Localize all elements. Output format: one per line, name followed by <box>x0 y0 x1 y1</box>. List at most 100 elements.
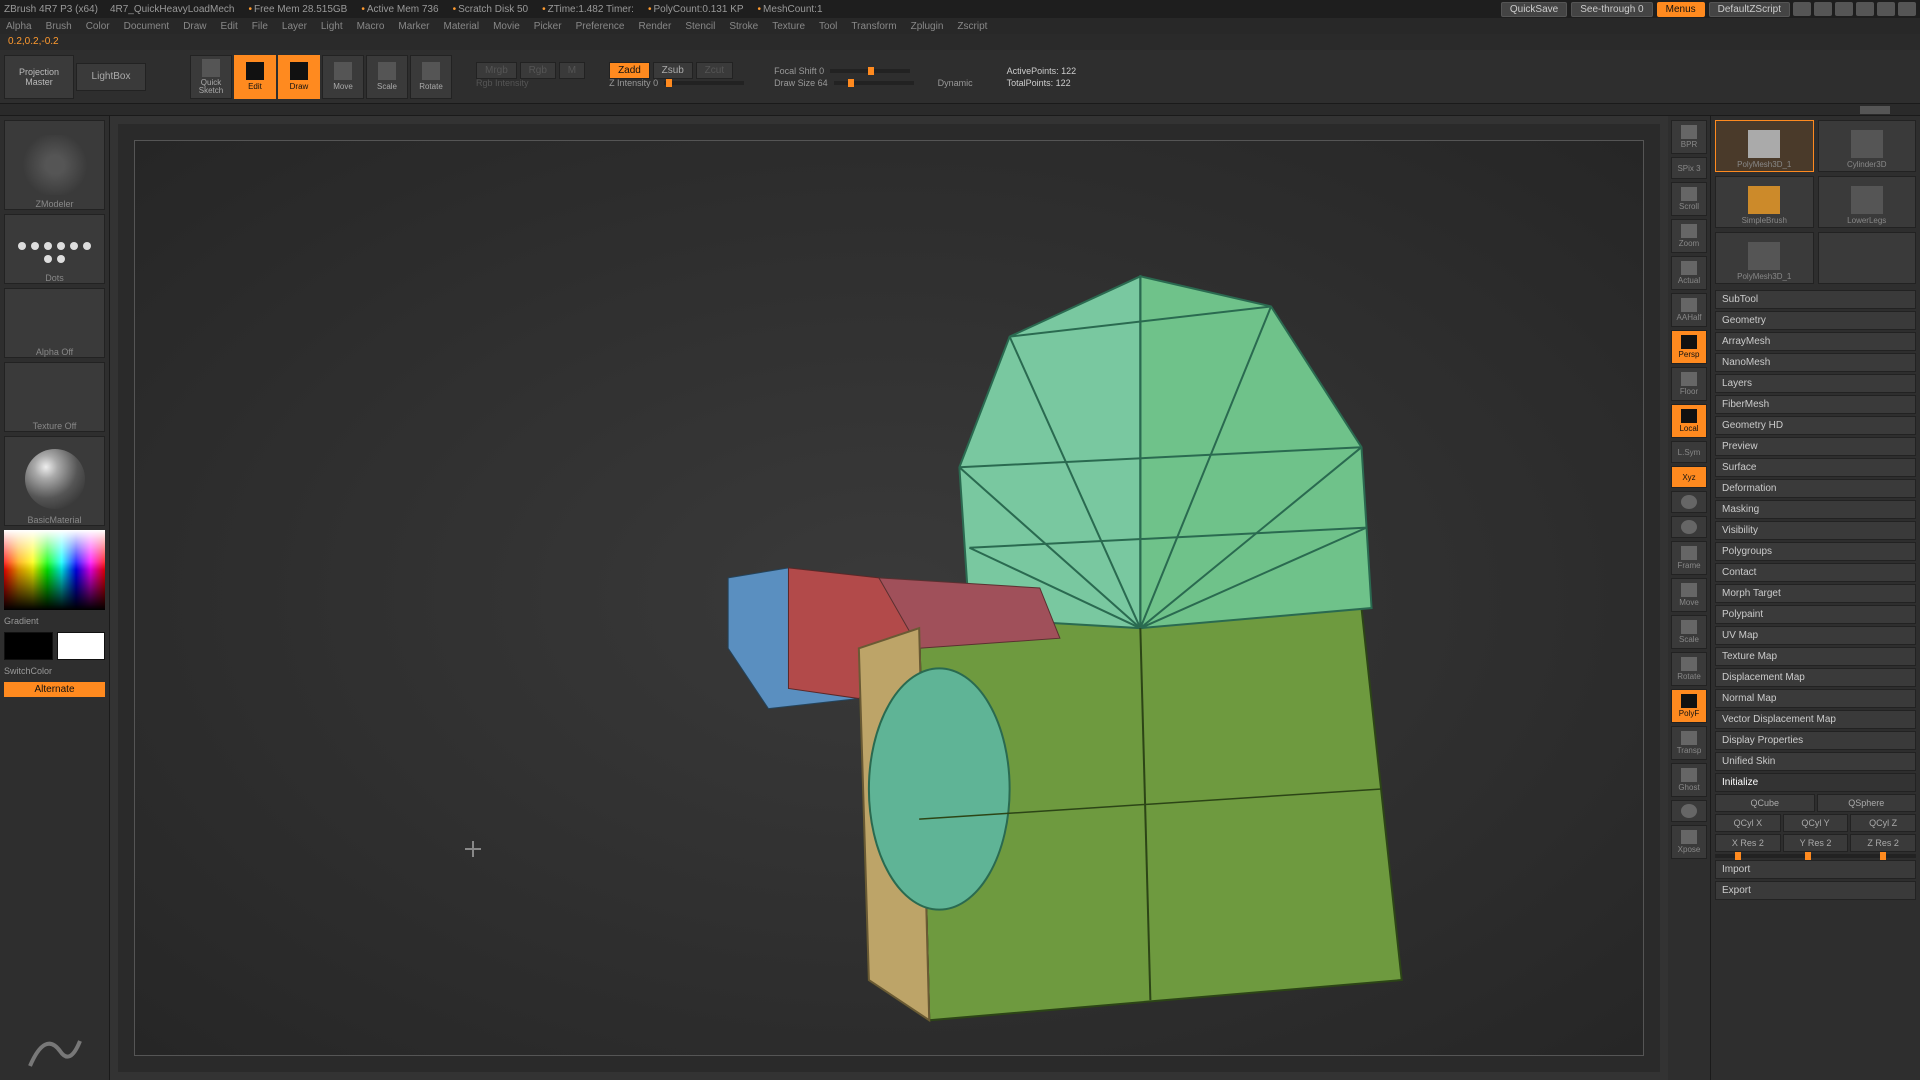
z-intensity-slider[interactable] <box>664 81 744 85</box>
qcyly-button[interactable]: QCyl Y <box>1783 814 1849 832</box>
menu-color[interactable]: Color <box>86 21 110 32</box>
section-morphtarget[interactable]: Morph Target <box>1715 584 1916 603</box>
material-tile[interactable]: BasicMaterial <box>4 436 105 526</box>
zadd-button[interactable]: Zadd <box>609 62 650 79</box>
section-subtool[interactable]: SubTool <box>1715 290 1916 309</box>
bpr-button[interactable]: BPR <box>1671 120 1707 154</box>
tool-empty[interactable] <box>1818 232 1917 284</box>
transp-button[interactable]: Transp <box>1671 726 1707 760</box>
swatch-white[interactable] <box>57 632 106 660</box>
stroke-tile[interactable]: Dots <box>4 214 105 284</box>
move-mode-button[interactable]: Move <box>322 55 364 99</box>
menu-macro[interactable]: Macro <box>357 21 385 32</box>
texture-tile[interactable]: Texture Off <box>4 362 105 432</box>
section-initialize[interactable]: Initialize <box>1715 773 1916 792</box>
dock-icon[interactable] <box>1793 2 1811 16</box>
persp-button[interactable]: Persp <box>1671 330 1707 364</box>
mrgb-button[interactable]: Mrgb <box>476 62 517 79</box>
spix-button[interactable]: SPix 3 <box>1671 157 1707 179</box>
tool-cylinder3d[interactable]: Cylinder3D <box>1818 120 1917 172</box>
seethrough-button[interactable]: See-through 0 <box>1571 2 1652 17</box>
dock3-icon[interactable] <box>1835 2 1853 16</box>
quicksketch-button[interactable]: Quick Sketch <box>190 55 232 99</box>
xyz-button[interactable]: Xyz <box>1671 466 1707 488</box>
menu-material[interactable]: Material <box>444 21 480 32</box>
menu-texture[interactable]: Texture <box>772 21 805 32</box>
dock2-icon[interactable] <box>1814 2 1832 16</box>
edit-mode-button[interactable]: Edit <box>234 55 276 99</box>
section-fibermesh[interactable]: FiberMesh <box>1715 395 1916 414</box>
alpha-tile[interactable]: Alpha Off <box>4 288 105 358</box>
section-displayprops[interactable]: Display Properties <box>1715 731 1916 750</box>
section-contact[interactable]: Contact <box>1715 563 1916 582</box>
viewport[interactable] <box>118 124 1660 1072</box>
ghost-button[interactable]: Ghost <box>1671 763 1707 797</box>
gradient-toggle[interactable]: Gradient <box>4 614 105 628</box>
draw-size-slider[interactable] <box>834 81 914 85</box>
section-polypaint[interactable]: Polypaint <box>1715 605 1916 624</box>
zsub-button[interactable]: Zsub <box>653 62 693 79</box>
alternate-button[interactable]: Alternate <box>4 682 105 697</box>
minimize-icon[interactable] <box>1856 2 1874 16</box>
section-unifiedskin[interactable]: Unified Skin <box>1715 752 1916 771</box>
menu-render[interactable]: Render <box>639 21 672 32</box>
swatch-black[interactable] <box>4 632 53 660</box>
section-preview[interactable]: Preview <box>1715 437 1916 456</box>
close-icon[interactable] <box>1898 2 1916 16</box>
menu-brush[interactable]: Brush <box>46 21 72 32</box>
zcut-button[interactable]: Zcut <box>696 62 733 79</box>
section-masking[interactable]: Masking <box>1715 500 1916 519</box>
tool-polymesh3d-1b[interactable]: PolyMesh3D_1 <box>1715 232 1814 284</box>
menu-layer[interactable]: Layer <box>282 21 307 32</box>
section-arraymesh[interactable]: ArrayMesh <box>1715 332 1916 351</box>
section-visibility[interactable]: Visibility <box>1715 521 1916 540</box>
m-button[interactable]: M <box>559 62 585 79</box>
section-nanomesh[interactable]: NanoMesh <box>1715 353 1916 372</box>
section-vdm[interactable]: Vector Displacement Map <box>1715 710 1916 729</box>
section-polygroups[interactable]: Polygroups <box>1715 542 1916 561</box>
menus-button[interactable]: Menus <box>1657 2 1705 17</box>
menu-stroke[interactable]: Stroke <box>729 21 758 32</box>
dynamic-label[interactable]: Dynamic <box>938 78 973 88</box>
lightbox-button[interactable]: LightBox <box>76 63 146 91</box>
local-button[interactable]: Local <box>1671 404 1707 438</box>
rgb-button[interactable]: Rgb <box>520 62 556 79</box>
section-geometry[interactable]: Geometry <box>1715 311 1916 330</box>
shelf-scrollbar[interactable] <box>1860 106 1890 114</box>
qsphere-button[interactable]: QSphere <box>1817 794 1917 812</box>
brush-tile[interactable]: ZModeler <box>4 120 105 210</box>
zoom-button[interactable]: Zoom <box>1671 219 1707 253</box>
menu-zplugin[interactable]: Zplugin <box>911 21 944 32</box>
rotate-mode-button[interactable]: Rotate <box>410 55 452 99</box>
qcube-button[interactable]: QCube <box>1715 794 1815 812</box>
section-geometryhd[interactable]: Geometry HD <box>1715 416 1916 435</box>
init-slider[interactable] <box>1715 854 1916 858</box>
section-import[interactable]: Import <box>1715 860 1916 879</box>
section-deformation[interactable]: Deformation <box>1715 479 1916 498</box>
polyf-button[interactable]: PolyF <box>1671 689 1707 723</box>
section-normalmap[interactable]: Normal Map <box>1715 689 1916 708</box>
scale-mode-button[interactable]: Scale <box>366 55 408 99</box>
zres-field[interactable]: Z Res 2 <box>1850 834 1916 852</box>
color-picker[interactable] <box>4 530 105 610</box>
menu-preference[interactable]: Preference <box>576 21 625 32</box>
scale-nav-button[interactable]: Scale <box>1671 615 1707 649</box>
tool-simplebrush[interactable]: SimpleBrush <box>1715 176 1814 228</box>
section-export[interactable]: Export <box>1715 881 1916 900</box>
maximize-icon[interactable] <box>1877 2 1895 16</box>
menu-draw[interactable]: Draw <box>183 21 206 32</box>
section-texturemap[interactable]: Texture Map <box>1715 647 1916 666</box>
lsym-button[interactable]: L.Sym <box>1671 441 1707 463</box>
menu-transform[interactable]: Transform <box>851 21 896 32</box>
xpose-button[interactable]: Xpose <box>1671 825 1707 859</box>
menu-picker[interactable]: Picker <box>534 21 562 32</box>
menu-file[interactable]: File <box>252 21 268 32</box>
frame-button[interactable]: Frame <box>1671 541 1707 575</box>
zoomfit-button[interactable] <box>1671 516 1707 538</box>
tool-lowerlegs[interactable]: LowerLegs <box>1818 176 1917 228</box>
focal-shift-slider[interactable] <box>830 69 910 73</box>
actual-button[interactable]: Actual <box>1671 256 1707 290</box>
menu-edit[interactable]: Edit <box>221 21 238 32</box>
menu-light[interactable]: Light <box>321 21 343 32</box>
menu-document[interactable]: Document <box>124 21 170 32</box>
